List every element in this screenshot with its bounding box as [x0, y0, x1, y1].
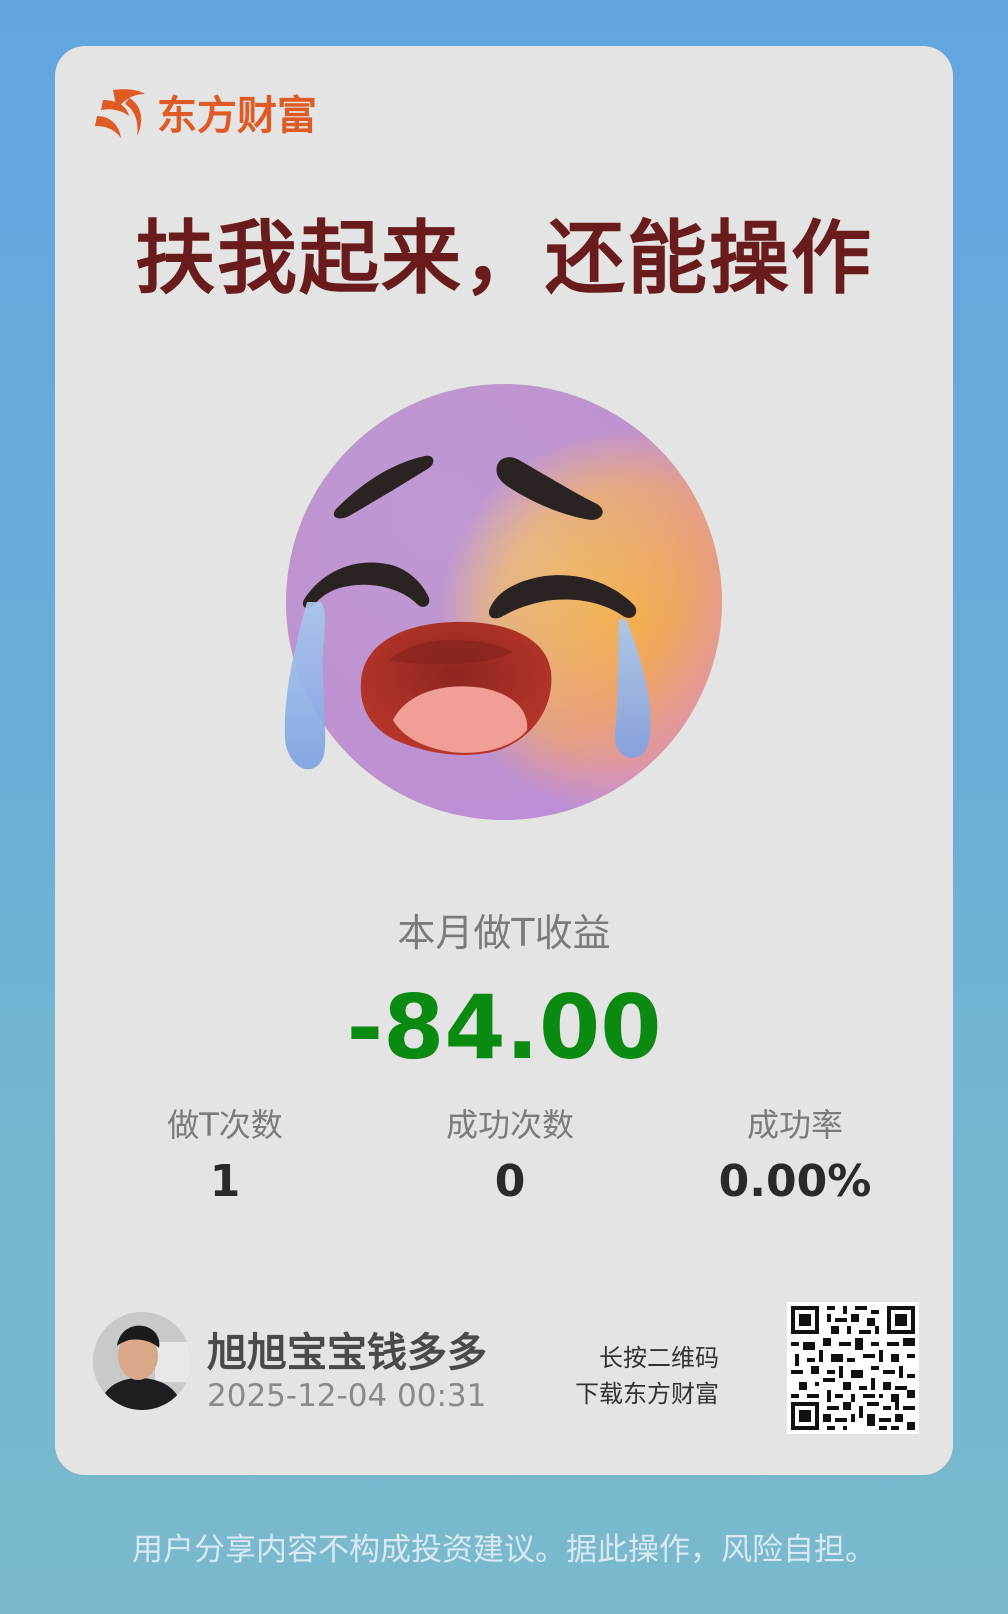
disclaimer-text: 用户分享内容不构成投资建议。据此操作，风险自担。: [132, 1532, 876, 1568]
user-name: 旭旭宝宝钱多多: [207, 1330, 487, 1376]
share-timestamp: 2025-12-04 00:31: [207, 1378, 487, 1414]
qr-prompt: 长按二维码 下载东方财富: [575, 1340, 719, 1412]
metric-label: 成功次数: [445, 1106, 574, 1144]
metric-value: 0.00%: [718, 1156, 872, 1207]
monthly-profit-value: -84.00: [346, 976, 662, 1079]
qr-code-icon[interactable]: [787, 1302, 919, 1434]
brand-header: 东方财富: [93, 82, 317, 142]
user-avatar-icon: [93, 1312, 191, 1410]
qr-prompt-line1: 长按二维码: [599, 1344, 719, 1372]
metric-value: 1: [209, 1156, 241, 1207]
brand-name: 东方财富: [157, 93, 317, 139]
metric-success-rate: 成功率 0.00%: [670, 1100, 920, 1207]
share-footer: 旭旭宝宝钱多多 2025-12-04 00:31 长按二维码 下载东方财富: [93, 1294, 919, 1434]
metric-value: 0: [494, 1156, 526, 1207]
eastmoney-logo-icon: [95, 89, 145, 138]
metric-label: 做T次数: [167, 1106, 283, 1144]
qr-prompt-line2: 下载东方财富: [575, 1380, 719, 1408]
share-card: 东方财富 扶我起来，还能操作 本月做T收益 -84.00 做T次数 1 成功次数…: [55, 46, 953, 1475]
metric-label: 成功率: [746, 1106, 843, 1144]
headline: 扶我起来，还能操作: [135, 212, 873, 305]
monthly-profit-label: 本月做T收益: [397, 911, 611, 955]
avatar[interactable]: [93, 1312, 191, 1410]
metric-trade-count: 做T次数 1: [100, 1100, 350, 1207]
metrics-row: 做T次数 1 成功次数 0 成功率 0.00%: [100, 1100, 920, 1207]
metric-success-count: 成功次数 0: [385, 1100, 635, 1207]
crying-face-emoji-icon: [284, 384, 722, 820]
